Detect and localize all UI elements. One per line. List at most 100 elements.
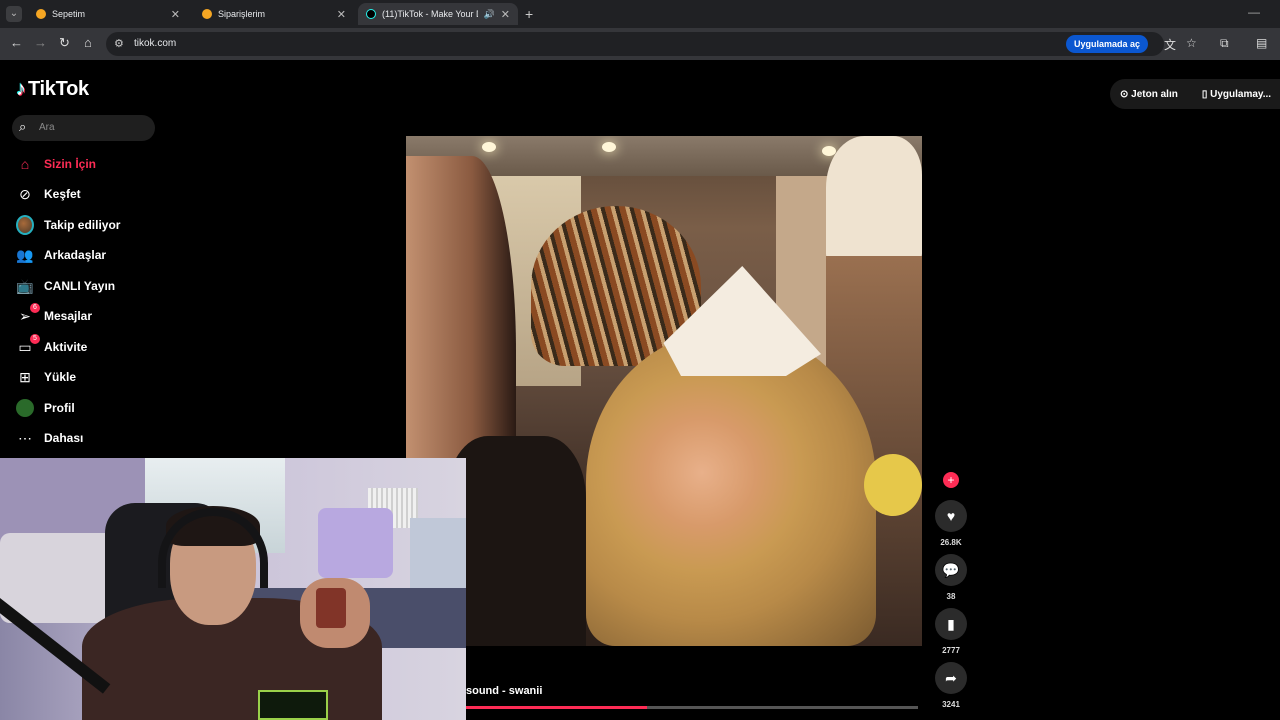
translate-icon[interactable]: 文	[1164, 36, 1176, 53]
activity-badge: 5	[30, 334, 40, 344]
get-app-button[interactable]: ▯ Uygulamay...	[1202, 89, 1280, 100]
address-bar[interactable]: ⚙ tikok.com Uygulamada aç 文 ☆	[106, 32, 1197, 56]
browser-tab-sepetim[interactable]: Sepetim ✕	[28, 3, 188, 25]
comment-button[interactable]: 💬 38	[932, 554, 970, 601]
sidebar-item-label: Aktivite	[44, 340, 88, 354]
ceiling-light	[602, 142, 616, 152]
search-placeholder: Ara	[39, 122, 55, 133]
sidebar-item-label: Sizin İçin	[44, 157, 97, 171]
sidebar-item-label: CANLI Yayın	[44, 279, 116, 293]
sidebar-item-live[interactable]: 📺 CANLI Yayın	[16, 275, 115, 297]
more-icon: ⋯	[18, 429, 32, 446]
live-tv-icon: 📺	[16, 277, 34, 294]
site-settings-icon[interactable]: ⚙	[114, 37, 124, 50]
send-icon: ➢ 6	[16, 303, 40, 325]
video-caption[interactable]: sound - swanii	[466, 685, 542, 697]
sidebar-item-activity[interactable]: ▭ 5 Aktivite	[16, 334, 88, 358]
sidebar-item-label: Profil	[44, 401, 75, 415]
tiktok-logo[interactable]: ♪ TikTok	[16, 78, 89, 101]
activity-icon: ▭ 5	[16, 334, 40, 356]
tab-title: Sepetim	[52, 9, 86, 19]
save-button[interactable]: ▮ 2777	[932, 608, 970, 655]
get-app-label: Uygulamay...	[1210, 88, 1272, 100]
close-tab-icon[interactable]: ✕	[501, 8, 510, 21]
get-coins-label: Jeton alın	[1131, 88, 1178, 100]
sidebar-item-for-you[interactable]: ⌂ Sizin İçin	[16, 153, 96, 175]
share-count: 3241	[942, 700, 960, 709]
upload-icon: ⊞	[19, 368, 31, 385]
sidebar-item-label: Keşfet	[44, 187, 81, 201]
profile-avatar	[16, 399, 34, 417]
home-icon: ⌂	[20, 156, 30, 172]
top-right-actions: ⊙ Jeton alın ▯ Uygulamay...	[1110, 79, 1280, 109]
sidebar-item-label: Mesajlar	[44, 309, 93, 323]
close-tab-icon[interactable]: ✕	[337, 8, 346, 21]
browser-tab-strip: ⌄ Sepetim ✕ Siparişlerim ✕ (11)TikTok - …	[0, 0, 1280, 28]
video-player[interactable]	[406, 136, 922, 646]
logo-text: TikTok	[28, 78, 89, 100]
favicon-icon	[36, 9, 46, 19]
sidebar-item-profile[interactable]: Profil	[16, 397, 75, 419]
home-icon[interactable]: ⌂	[84, 35, 92, 50]
audio-icon[interactable]: 🔊	[484, 9, 495, 20]
tab-search-dropdown[interactable]: ⌄	[6, 6, 22, 22]
forward-icon[interactable]: →	[34, 35, 47, 50]
video-lemon	[864, 454, 922, 516]
url-text[interactable]: tikok.com	[134, 38, 176, 49]
webcam-sofa-right	[410, 518, 466, 598]
close-tab-icon[interactable]: ✕	[171, 8, 180, 21]
tiktok-note-icon: ♪	[16, 78, 26, 100]
webcam-tea-glass	[316, 588, 346, 628]
search-icon: ⌕	[19, 119, 27, 134]
bookmark-icon: ▮	[935, 608, 967, 640]
friends-icon: 👥	[16, 246, 34, 263]
sidebar-item-friends[interactable]: 👥 Arkadaşlar	[16, 244, 106, 266]
save-count: 2777	[942, 646, 960, 655]
sidebar-item-upload[interactable]: ⊞ Yükle	[16, 366, 76, 388]
side-panel-icon[interactable]: ▤	[1256, 36, 1267, 50]
tab-title: Siparişlerim	[218, 9, 266, 19]
reload-icon[interactable]: ↻	[59, 35, 70, 51]
sidebar-item-label: Dahası	[44, 431, 84, 445]
like-button[interactable]: ♥ 26.8K	[932, 500, 970, 547]
extensions-icon[interactable]: ⧉	[1220, 36, 1229, 51]
back-icon[interactable]: ←	[10, 35, 23, 50]
sidebar-item-more[interactable]: ⋯ Dahası	[16, 427, 83, 449]
follow-plus-icon[interactable]: +	[943, 472, 959, 488]
video-fur-hat	[826, 136, 922, 266]
sidebar-item-messages[interactable]: ➢ 6 Mesajlar	[16, 303, 93, 327]
browser-toolbar: ← → ↻ ⌂ ⚙ tikok.com Uygulamada aç 文 ☆ ⧉ …	[0, 28, 1280, 60]
browser-tab-siparislerim[interactable]: Siparişlerim ✕	[194, 3, 354, 25]
sidebar-item-label: Yükle	[44, 370, 77, 384]
browser-tab-tiktok[interactable]: (11)TikTok - Make Your Day 🔊 ✕	[358, 3, 518, 25]
tiktok-favicon-icon	[366, 9, 376, 19]
tab-title: (11)TikTok - Make Your Day	[382, 9, 478, 19]
minimize-window-icon[interactable]: —	[1248, 5, 1260, 19]
webcam-armchair	[318, 508, 393, 578]
get-coins-button[interactable]: ⊙ Jeton alın	[1120, 89, 1190, 100]
webcam-rgb-light	[258, 690, 328, 720]
share-button[interactable]: ➦ 3241	[932, 662, 970, 709]
ceiling-light	[482, 142, 496, 152]
following-avatar	[16, 215, 34, 235]
webcam-overlay	[0, 458, 466, 720]
video-shadow	[446, 436, 586, 646]
bookmark-star-icon[interactable]: ☆	[1186, 36, 1197, 50]
open-in-app-button[interactable]: Uygulamada aç	[1066, 35, 1149, 53]
comment-count: 38	[946, 592, 956, 601]
sidebar-item-explore[interactable]: ⊘ Keşfet	[16, 183, 81, 205]
video-progress-bar[interactable]	[466, 706, 918, 709]
sidebar-item-following[interactable]: Takip ediliyor	[16, 214, 120, 236]
favicon-icon	[202, 9, 212, 19]
like-count: 26.8K	[940, 538, 962, 547]
video-progress-fill	[466, 706, 647, 709]
messages-badge: 6	[30, 303, 40, 313]
comment-icon: 💬	[935, 554, 967, 586]
sidebar-item-label: Takip ediliyor	[44, 218, 121, 232]
search-input[interactable]: ⌕ Ara	[12, 115, 155, 141]
share-icon: ➦	[935, 662, 967, 694]
new-tab-button[interactable]: +	[525, 6, 533, 22]
video-person-center	[586, 331, 876, 646]
heart-icon: ♥	[935, 500, 967, 532]
compass-icon: ⊘	[19, 185, 31, 202]
